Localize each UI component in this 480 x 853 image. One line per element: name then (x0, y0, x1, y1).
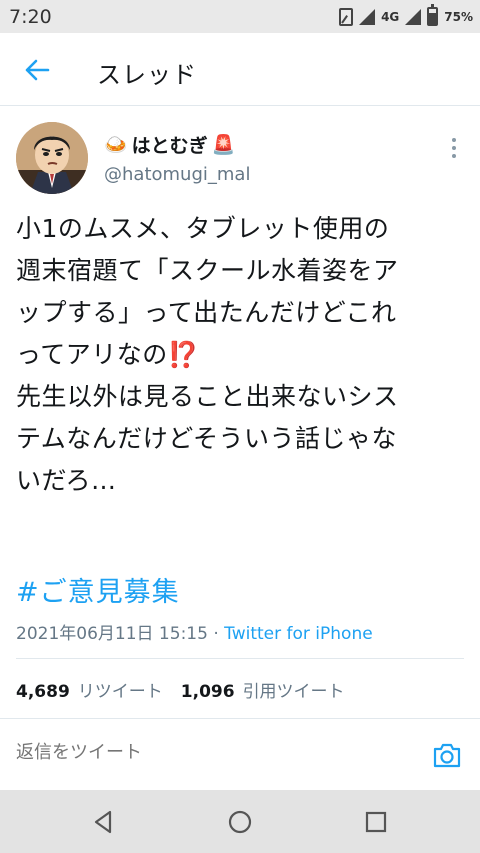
tweet-source-link[interactable]: Twitter for iPhone (224, 624, 373, 644)
tweet-timestamp: 2021年06月11日 15:15 · (16, 624, 225, 644)
system-nav-bar (0, 790, 480, 853)
thread-header: スレッド (0, 33, 480, 106)
signal-icon (359, 8, 376, 25)
battery-icon (427, 4, 439, 26)
avatar-illustration (16, 122, 88, 194)
status-bar: 7:20 4G 75% (0, 0, 480, 33)
retweets-stat[interactable]: 4,689 リツイート (16, 677, 163, 702)
curry-emoji: 🍛 (104, 134, 128, 156)
more-options-icon[interactable] (448, 136, 460, 160)
reply-bar (0, 718, 480, 790)
cell-signal-icon (405, 8, 422, 25)
camera-icon[interactable] (432, 740, 462, 770)
divider (16, 658, 464, 659)
tweet-meta: 2021年06月11日 15:15 · Twitter for iPhone (16, 619, 373, 644)
quotes-stat[interactable]: 1,096 引用ツイート (181, 677, 345, 702)
nav-home-icon[interactable] (226, 808, 254, 836)
nav-back-icon[interactable] (90, 808, 118, 836)
quotes-label: 引用ツイート (242, 682, 345, 702)
network-type: 4G (381, 9, 400, 24)
status-time: 7:20 (9, 6, 52, 28)
quotes-count: 1,096 (180, 682, 235, 702)
hashtag-link[interactable]: #ご意見募集 (16, 570, 180, 609)
page-title: スレッド (97, 61, 197, 89)
status-icons: 4G 75% (339, 4, 473, 26)
display-name: はとむぎ (131, 135, 208, 157)
retweets-label: リツイート (77, 682, 163, 702)
sim-icon (339, 7, 354, 26)
back-button[interactable] (20, 53, 54, 87)
author-name-row[interactable]: 🍛 はとむぎ 🚨 (104, 131, 235, 158)
arrow-left-icon (25, 59, 50, 81)
reply-input[interactable] (16, 742, 248, 763)
avatar[interactable] (16, 122, 88, 194)
siren-emoji: 🚨 (211, 134, 236, 156)
nav-recents-icon[interactable] (362, 808, 390, 836)
battery-percent: 75% (444, 9, 473, 24)
author-handle[interactable]: @hatomugi_mal (104, 164, 250, 185)
retweets-count: 4,689 (16, 682, 70, 702)
tweet-stats: 4,689 リツイート 1,096 引用ツイート (16, 677, 345, 702)
tweet-text: 小1のムスメ、タブレット使用の 週末宿題て「スクール水着姿をア ップする」って出… (16, 214, 399, 495)
